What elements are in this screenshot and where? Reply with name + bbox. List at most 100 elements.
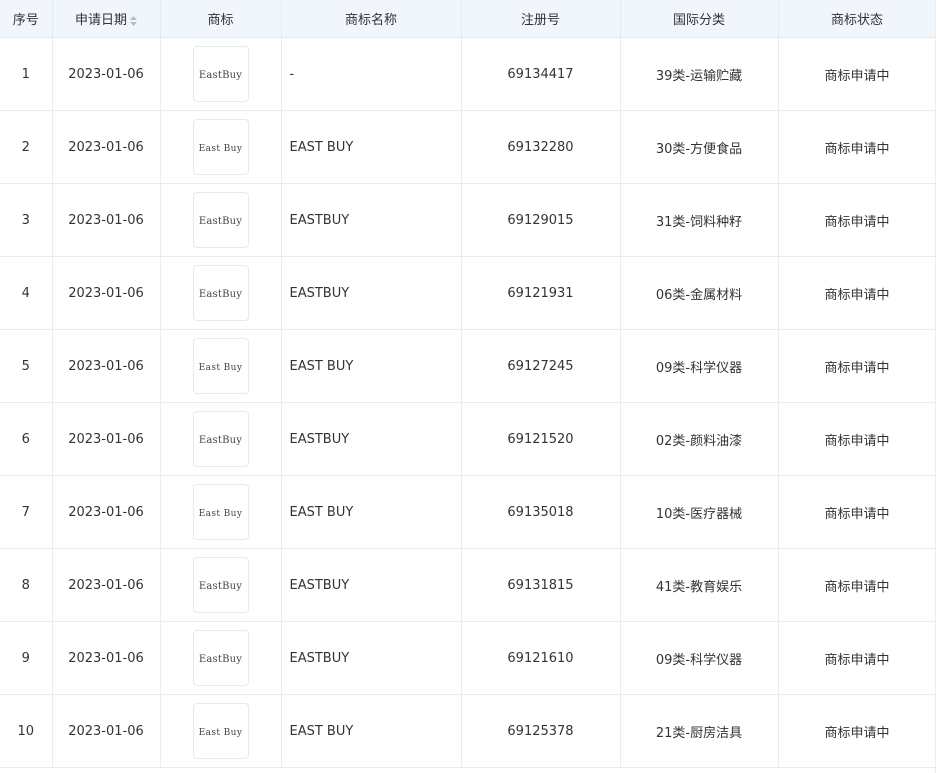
header-intl-class-label: 国际分类 bbox=[672, 13, 725, 28]
row-status: 商标申请中 bbox=[778, 402, 937, 476]
row-index: 1 bbox=[0, 37, 53, 111]
row-index: 10 bbox=[0, 694, 53, 768]
table-row[interactable]: 9 2023-01-06 EastBuy EASTBUY 69121610 09… bbox=[0, 621, 937, 695]
trademark-logo-image[interactable]: EastBuy bbox=[192, 46, 249, 102]
table-header: 序号 申请日期 商标 商标名称 注册号 国际分类 商标状态 bbox=[0, 0, 937, 38]
row-name: EAST BUY bbox=[281, 110, 462, 184]
row-name: EAST BUY bbox=[281, 329, 462, 403]
row-logo-cell: EastBuy bbox=[160, 183, 282, 257]
trademark-table: 序号 申请日期 商标 商标名称 注册号 国际分类 商标状态 1 2023-01-… bbox=[0, 0, 937, 768]
table-body: 1 2023-01-06 EastBuy - 69134417 39类-运输贮藏… bbox=[0, 37, 937, 768]
header-row: 序号 申请日期 商标 商标名称 注册号 国际分类 商标状态 bbox=[0, 0, 937, 38]
row-name: - bbox=[281, 37, 462, 111]
row-date: 2023-01-06 bbox=[52, 256, 161, 330]
trademark-logo-image[interactable]: East Buy bbox=[192, 703, 249, 759]
trademark-logo-image[interactable]: East Buy bbox=[192, 119, 249, 175]
row-status: 商标申请中 bbox=[778, 475, 937, 549]
row-index: 9 bbox=[0, 621, 53, 695]
row-reg-no: 69121520 bbox=[461, 402, 621, 476]
row-logo-cell: EastBuy bbox=[160, 402, 282, 476]
row-intl-class: 39类-运输贮藏 bbox=[620, 37, 779, 111]
trademark-logo-text: East Buy bbox=[198, 728, 243, 738]
table-row[interactable]: 1 2023-01-06 EastBuy - 69134417 39类-运输贮藏… bbox=[0, 37, 937, 111]
row-intl-class: 21类-厨房洁具 bbox=[620, 694, 779, 768]
header-name-label: 商标名称 bbox=[344, 13, 397, 28]
row-name: EASTBUY bbox=[281, 621, 462, 695]
table-row[interactable]: 6 2023-01-06 EastBuy EASTBUY 69121520 02… bbox=[0, 402, 937, 476]
trademark-logo-text: EastBuy bbox=[198, 70, 243, 81]
row-index: 3 bbox=[0, 183, 53, 257]
header-status-label: 商标状态 bbox=[830, 13, 883, 28]
trademark-logo-text: East Buy bbox=[198, 144, 243, 154]
trademark-logo-image[interactable]: EastBuy bbox=[192, 411, 249, 467]
row-name: EASTBUY bbox=[281, 256, 462, 330]
row-index: 7 bbox=[0, 475, 53, 549]
row-intl-class: 31类-饲料种籽 bbox=[620, 183, 779, 257]
row-status: 商标申请中 bbox=[778, 548, 937, 622]
row-date: 2023-01-06 bbox=[52, 110, 161, 184]
table-row[interactable]: 5 2023-01-06 East Buy EAST BUY 69127245 … bbox=[0, 329, 937, 403]
row-date: 2023-01-06 bbox=[52, 694, 161, 768]
row-name: EAST BUY bbox=[281, 694, 462, 768]
trademark-logo-text: East Buy bbox=[198, 363, 243, 373]
header-reg-no: 注册号 bbox=[461, 0, 621, 38]
row-date: 2023-01-06 bbox=[52, 621, 161, 695]
row-intl-class: 10类-医疗器械 bbox=[620, 475, 779, 549]
trademark-logo-image[interactable]: EastBuy bbox=[192, 265, 249, 321]
row-index: 4 bbox=[0, 256, 53, 330]
trademark-logo-text: East Buy bbox=[198, 509, 243, 519]
row-date: 2023-01-06 bbox=[52, 183, 161, 257]
row-logo-cell: East Buy bbox=[160, 329, 282, 403]
row-reg-no: 69121610 bbox=[461, 621, 621, 695]
row-date: 2023-01-06 bbox=[52, 402, 161, 476]
table-row[interactable]: 4 2023-01-06 EastBuy EASTBUY 69121931 06… bbox=[0, 256, 937, 330]
row-reg-no: 69134417 bbox=[461, 37, 621, 111]
row-logo-cell: East Buy bbox=[160, 475, 282, 549]
row-intl-class: 09类-科学仪器 bbox=[620, 621, 779, 695]
row-index: 6 bbox=[0, 402, 53, 476]
row-logo-cell: EastBuy bbox=[160, 548, 282, 622]
row-intl-class: 41类-教育娱乐 bbox=[620, 548, 779, 622]
row-name: EASTBUY bbox=[281, 402, 462, 476]
row-name: EAST BUY bbox=[281, 475, 462, 549]
trademark-logo-text: EastBuy bbox=[198, 581, 243, 592]
table-row[interactable]: 3 2023-01-06 EastBuy EASTBUY 69129015 31… bbox=[0, 183, 937, 257]
table-right-edge bbox=[935, 0, 940, 773]
table-row[interactable]: 10 2023-01-06 East Buy EAST BUY 69125378… bbox=[0, 694, 937, 768]
header-name: 商标名称 bbox=[281, 0, 462, 38]
row-name: EASTBUY bbox=[281, 548, 462, 622]
header-index: 序号 bbox=[0, 0, 53, 38]
row-reg-no: 69129015 bbox=[461, 183, 621, 257]
header-date-sortable[interactable]: 申请日期 bbox=[52, 0, 161, 38]
header-date-label: 申请日期 bbox=[74, 13, 127, 28]
row-reg-no: 69121931 bbox=[461, 256, 621, 330]
row-index: 5 bbox=[0, 329, 53, 403]
row-status: 商标申请中 bbox=[778, 110, 937, 184]
trademark-logo-image[interactable]: EastBuy bbox=[192, 557, 249, 613]
table-row[interactable]: 2 2023-01-06 East Buy EAST BUY 69132280 … bbox=[0, 110, 937, 184]
trademark-logo-image[interactable]: EastBuy bbox=[192, 192, 249, 248]
header-reg-no-label: 注册号 bbox=[520, 13, 560, 28]
trademark-logo-image[interactable]: EastBuy bbox=[192, 630, 249, 686]
row-intl-class: 30类-方便食品 bbox=[620, 110, 779, 184]
table-row[interactable]: 7 2023-01-06 East Buy EAST BUY 69135018 … bbox=[0, 475, 937, 549]
row-intl-class: 02类-颜料油漆 bbox=[620, 402, 779, 476]
row-index: 8 bbox=[0, 548, 53, 622]
row-name: EASTBUY bbox=[281, 183, 462, 257]
row-status: 商标申请中 bbox=[778, 183, 937, 257]
row-status: 商标申请中 bbox=[778, 37, 937, 111]
row-logo-cell: East Buy bbox=[160, 110, 282, 184]
row-reg-no: 69132280 bbox=[461, 110, 621, 184]
header-index-label: 序号 bbox=[12, 13, 39, 28]
table-row[interactable]: 8 2023-01-06 EastBuy EASTBUY 69131815 41… bbox=[0, 548, 937, 622]
trademark-logo-text: EastBuy bbox=[198, 216, 243, 227]
row-index: 2 bbox=[0, 110, 53, 184]
trademark-logo-image[interactable]: East Buy bbox=[192, 338, 249, 394]
header-logo: 商标 bbox=[160, 0, 282, 38]
trademark-logo-text: EastBuy bbox=[198, 289, 243, 300]
sort-icon[interactable] bbox=[130, 15, 137, 26]
row-status: 商标申请中 bbox=[778, 621, 937, 695]
row-intl-class: 06类-金属材料 bbox=[620, 256, 779, 330]
trademark-logo-image[interactable]: East Buy bbox=[192, 484, 249, 540]
row-reg-no: 69135018 bbox=[461, 475, 621, 549]
